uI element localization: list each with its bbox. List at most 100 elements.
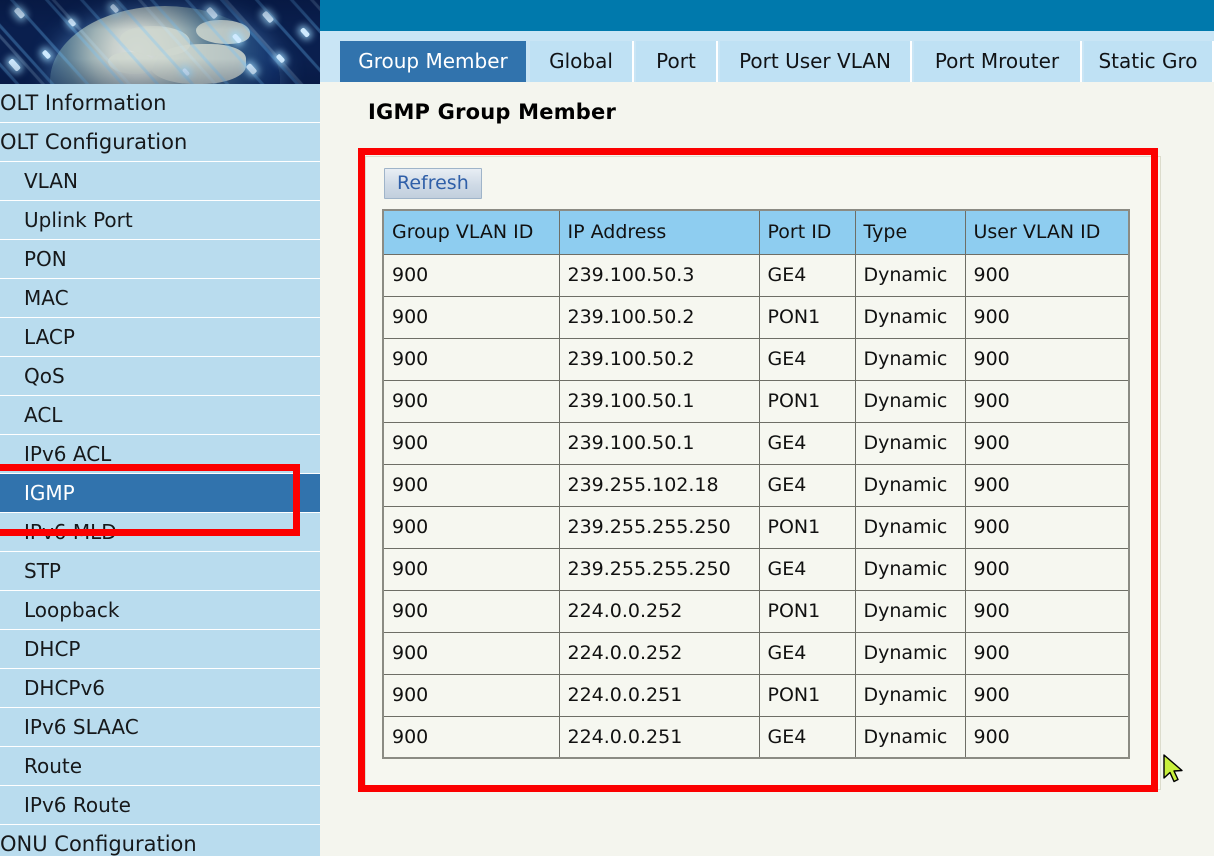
tab-static-gro[interactable]: Static Gro (1084, 41, 1214, 82)
table-row: 900224.0.0.251PON1Dynamic900 (383, 674, 1129, 716)
sidebar-item-olt-information[interactable]: OLT Information (0, 84, 320, 122)
column-header: Port ID (759, 210, 855, 254)
table-row: 900239.100.50.2GE4Dynamic900 (383, 338, 1129, 380)
table-cell: GE4 (759, 548, 855, 590)
tab-bar: Group MemberGlobalPortPort User VLANPort… (320, 31, 1214, 82)
table-cell: 900 (383, 464, 559, 506)
table-cell: GE4 (759, 254, 855, 296)
column-header: Type (855, 210, 965, 254)
table-cell: 900 (383, 716, 559, 758)
sidebar-item-onu-configuration[interactable]: ONU Configuration (0, 825, 320, 856)
table-cell: Dynamic (855, 632, 965, 674)
sidebar-item-dhcpv6[interactable]: DHCPv6 (0, 669, 320, 707)
refresh-button[interactable]: Refresh (384, 168, 482, 199)
table-cell: 224.0.0.252 (559, 632, 759, 674)
table-cell: PON1 (759, 590, 855, 632)
table-cell: PON1 (759, 506, 855, 548)
table-cell: 900 (383, 548, 559, 590)
table-cell: 239.255.102.18 (559, 464, 759, 506)
sidebar-item-ipv6-route[interactable]: IPv6 Route (0, 786, 320, 824)
tab-port-mrouter[interactable]: Port Mrouter (914, 41, 1082, 82)
table-cell: 900 (383, 506, 559, 548)
sidebar-item-qos[interactable]: QoS (0, 357, 320, 395)
table-cell: 900 (965, 632, 1129, 674)
sidebar-item-vlan[interactable]: VLAN (0, 162, 320, 200)
column-header: Group VLAN ID (383, 210, 559, 254)
sidebar-item-uplink-port[interactable]: Uplink Port (0, 201, 320, 239)
page-title: IGMP Group Member (368, 100, 616, 124)
table-cell: 900 (965, 422, 1129, 464)
table-cell: 224.0.0.251 (559, 716, 759, 758)
table-cell: 239.100.50.2 (559, 296, 759, 338)
top-blue-strip (320, 0, 1214, 31)
tab-global[interactable]: Global (530, 41, 634, 82)
table-cell: 239.255.255.250 (559, 548, 759, 590)
table-cell: Dynamic (855, 674, 965, 716)
browser-page: OLT InformationOLT ConfigurationVLANUpli… (0, 0, 1214, 856)
table-cell: 224.0.0.251 (559, 674, 759, 716)
table-cell: 239.100.50.2 (559, 338, 759, 380)
content-area: IGMP Group Member Refresh Group VLAN IDI… (320, 82, 1214, 856)
table-cell: 900 (383, 254, 559, 296)
sidebar-item-olt-configuration[interactable]: OLT Configuration (0, 123, 320, 161)
table-cell: GE4 (759, 716, 855, 758)
table-cell: 900 (383, 296, 559, 338)
table-row: 900224.0.0.252PON1Dynamic900 (383, 590, 1129, 632)
table-cell: Dynamic (855, 464, 965, 506)
sidebar-item-ipv6-acl[interactable]: IPv6 ACL (0, 435, 320, 473)
igmp-group-member-panel: Refresh Group VLAN IDIP AddressPort IDTy… (365, 156, 1161, 790)
table-cell: 900 (383, 674, 559, 716)
table-cell: 900 (383, 590, 559, 632)
sidebar-item-ipv6-slaac[interactable]: IPv6 SLAAC (0, 708, 320, 746)
table-cell: 239.100.50.1 (559, 422, 759, 464)
table-row: 900239.255.255.250PON1Dynamic900 (383, 506, 1129, 548)
table-row: 900224.0.0.251GE4Dynamic900 (383, 716, 1129, 758)
table-cell: Dynamic (855, 548, 965, 590)
table-cell: 900 (383, 632, 559, 674)
sidebar-item-stp[interactable]: STP (0, 552, 320, 590)
mouse-cursor (1163, 754, 1185, 786)
sidebar-item-lacp[interactable]: LACP (0, 318, 320, 356)
table-header-row: Group VLAN IDIP AddressPort IDTypeUser V… (383, 210, 1129, 254)
tab-port-user-vlan[interactable]: Port User VLAN (720, 41, 912, 82)
table-cell: GE4 (759, 338, 855, 380)
table-cell: GE4 (759, 632, 855, 674)
table-row: 900239.100.50.2PON1Dynamic900 (383, 296, 1129, 338)
network-globe-banner (0, 0, 320, 84)
table-cell: Dynamic (855, 296, 965, 338)
table-row: 900239.100.50.1PON1Dynamic900 (383, 380, 1129, 422)
table-cell: Dynamic (855, 506, 965, 548)
sidebar-item-pon[interactable]: PON (0, 240, 320, 278)
sidebar-item-route[interactable]: Route (0, 747, 320, 785)
sidebar-item-dhcp[interactable]: DHCP (0, 630, 320, 668)
table-row: 900239.255.102.18GE4Dynamic900 (383, 464, 1129, 506)
sidebar-item-ipv6-mld[interactable]: IPv6 MLD (0, 513, 320, 551)
table-cell: Dynamic (855, 716, 965, 758)
table-cell: 900 (965, 548, 1129, 590)
table-cell: Dynamic (855, 254, 965, 296)
table-cell: 239.100.50.3 (559, 254, 759, 296)
sidebar-item-acl[interactable]: ACL (0, 396, 320, 434)
table-cell: PON1 (759, 296, 855, 338)
table-cell: 900 (965, 338, 1129, 380)
table-cell: 900 (965, 296, 1129, 338)
sidebar-nav: OLT InformationOLT ConfigurationVLANUpli… (0, 84, 320, 856)
table-cell: 900 (965, 506, 1129, 548)
table-cell: PON1 (759, 380, 855, 422)
table-cell: 224.0.0.252 (559, 590, 759, 632)
sidebar-item-loopback[interactable]: Loopback (0, 591, 320, 629)
sidebar-item-mac[interactable]: MAC (0, 279, 320, 317)
column-header: User VLAN ID (965, 210, 1129, 254)
column-header: IP Address (559, 210, 759, 254)
table-row: 900224.0.0.252GE4Dynamic900 (383, 632, 1129, 674)
sidebar-item-igmp[interactable]: IGMP (0, 474, 320, 512)
table-cell: 900 (965, 716, 1129, 758)
table-cell: Dynamic (855, 380, 965, 422)
tab-group-member[interactable]: Group Member (340, 41, 528, 82)
tab-port[interactable]: Port (636, 41, 718, 82)
table-cell: 239.100.50.1 (559, 380, 759, 422)
table-cell: 900 (383, 338, 559, 380)
table-cell: GE4 (759, 422, 855, 464)
table-row: 900239.100.50.1GE4Dynamic900 (383, 422, 1129, 464)
table-cell: 900 (383, 380, 559, 422)
